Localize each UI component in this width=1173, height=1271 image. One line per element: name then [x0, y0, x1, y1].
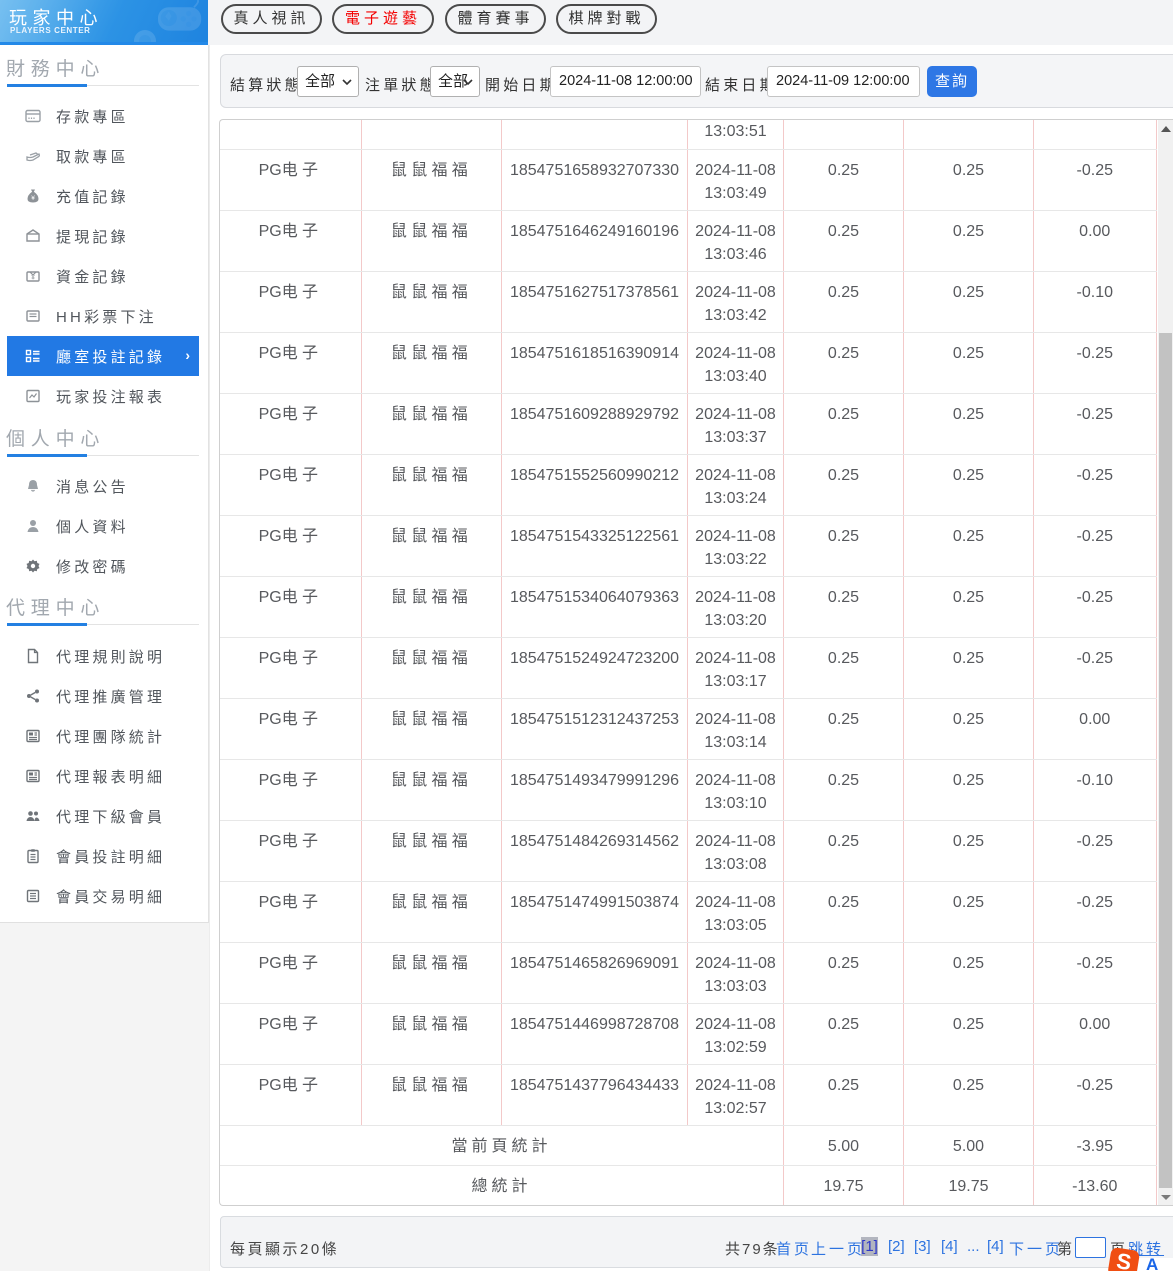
- svg-text:¥: ¥: [31, 195, 35, 202]
- svg-text:S: S: [1115, 1248, 1133, 1271]
